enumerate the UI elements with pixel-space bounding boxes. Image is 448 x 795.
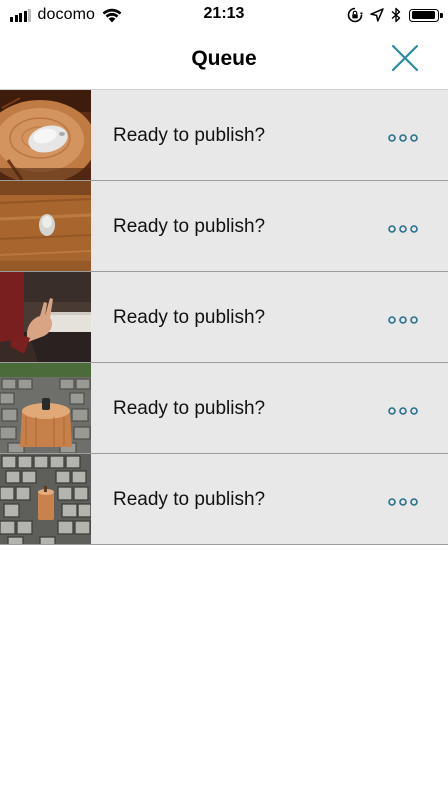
more-dots-icon	[388, 316, 418, 324]
more-dots-icon	[388, 225, 418, 233]
queue-item-thumbnail	[0, 181, 91, 271]
more-dots-icon	[388, 134, 418, 142]
queue-item[interactable]: Ready to publish?	[0, 454, 448, 545]
queue-list: Ready to publish? Ready to publish? Read…	[0, 90, 448, 545]
queue-item-label: Ready to publish?	[113, 398, 266, 419]
battery-icon	[409, 8, 443, 22]
more-dots-icon	[388, 498, 418, 506]
close-icon	[391, 44, 419, 72]
queue-item-thumbnail	[0, 363, 91, 453]
nav-bar: Queue	[0, 30, 448, 89]
location-arrow-icon	[370, 8, 384, 22]
queue-item-label: Ready to publish?	[113, 125, 266, 146]
more-button[interactable]	[388, 403, 418, 415]
queue-item-thumbnail	[0, 454, 91, 544]
queue-item-thumbnail	[0, 90, 91, 180]
queue-item[interactable]: Ready to publish?	[0, 272, 448, 363]
queue-item-label: Ready to publish?	[113, 216, 266, 237]
page-title: Queue	[191, 47, 257, 70]
status-right	[340, 6, 443, 24]
rotation-lock-icon	[347, 7, 363, 23]
more-dots-icon	[388, 407, 418, 415]
more-button[interactable]	[388, 130, 418, 142]
more-button[interactable]	[388, 494, 418, 506]
bluetooth-icon	[391, 7, 401, 23]
queue-item-label: Ready to publish?	[113, 307, 266, 328]
close-button[interactable]	[390, 43, 420, 73]
queue-item[interactable]: Ready to publish?	[0, 90, 448, 181]
more-button[interactable]	[388, 312, 418, 324]
queue-item-thumbnail	[0, 272, 91, 362]
queue-item-label: Ready to publish?	[113, 489, 266, 510]
status-bar: docomo 21:13	[0, 0, 448, 30]
more-button[interactable]	[388, 221, 418, 233]
queue-item[interactable]: Ready to publish?	[0, 363, 448, 454]
queue-item[interactable]: Ready to publish?	[0, 181, 448, 272]
